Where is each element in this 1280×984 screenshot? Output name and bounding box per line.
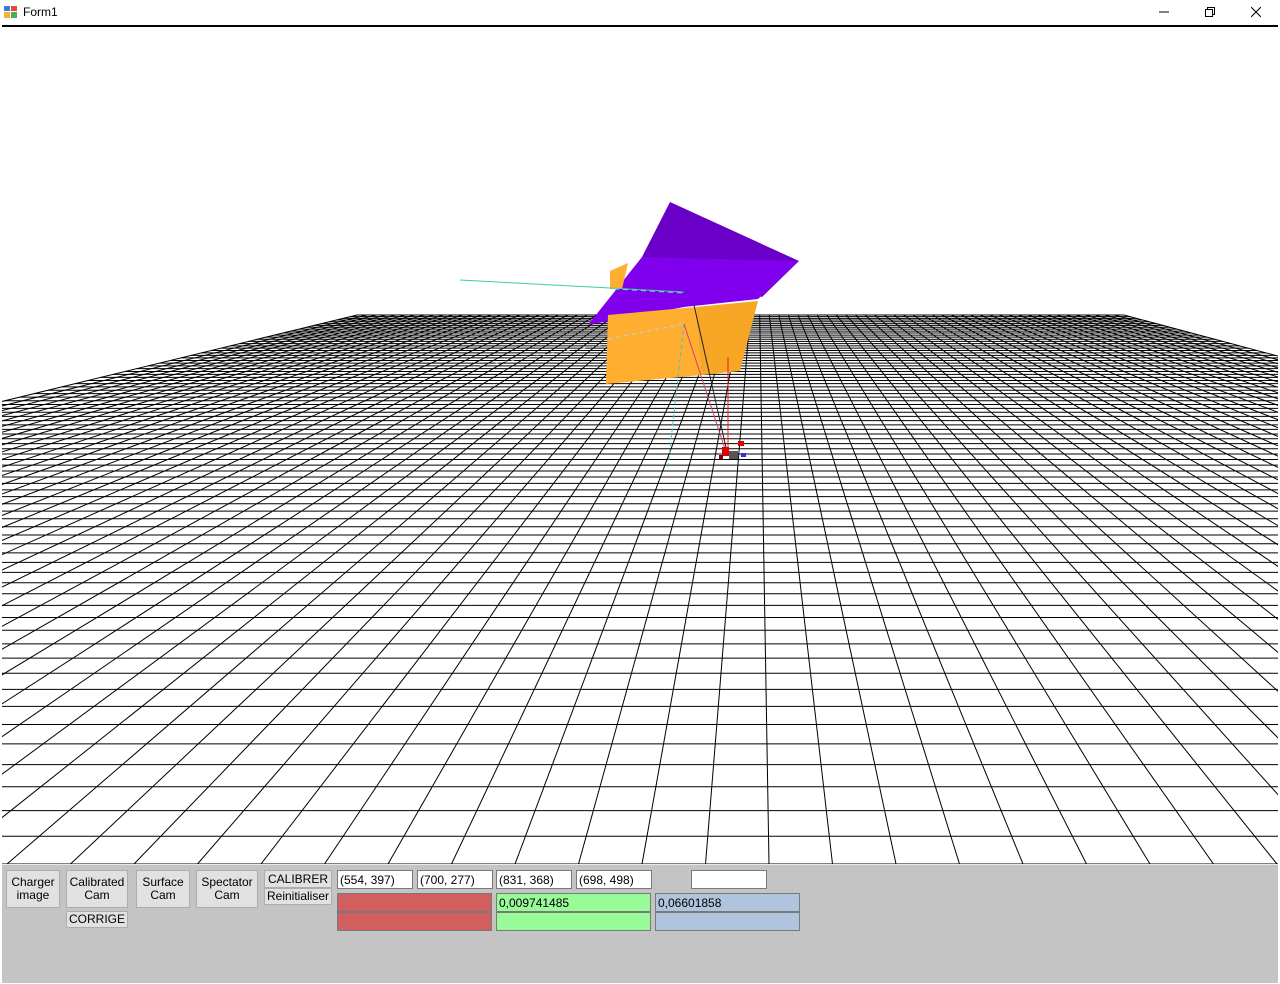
corrige-button[interactable]: CORRIGE <box>66 911 128 928</box>
restore-icon <box>1205 7 1215 17</box>
window-title: Form1 <box>23 5 58 19</box>
point-3-field[interactable]: (831, 368) <box>496 870 572 889</box>
title-bar: Form1 <box>0 0 1280 24</box>
extra-input-field[interactable] <box>691 870 767 889</box>
restore-button[interactable] <box>1187 0 1233 24</box>
surface-cam-button[interactable]: Surface Cam <box>136 870 190 908</box>
3d-scene[interactable] <box>2 27 1278 864</box>
blue-field-2[interactable] <box>655 912 800 931</box>
minimize-button[interactable] <box>1141 0 1187 24</box>
3d-viewport[interactable] <box>2 27 1278 864</box>
reinitialiser-button[interactable]: Reinitialiser <box>264 888 332 905</box>
calibrated-cam-button[interactable]: Calibrated Cam <box>66 870 128 908</box>
point-1-field[interactable]: (554, 397) <box>337 870 413 889</box>
red-field-1[interactable] <box>337 893 492 912</box>
minimize-icon <box>1159 11 1169 13</box>
green-field-2[interactable] <box>496 912 651 931</box>
green-field-1[interactable]: 0,009741485 <box>496 893 651 912</box>
box-left-face <box>606 307 702 384</box>
close-icon <box>1251 7 1261 17</box>
point-4-field[interactable]: (698, 498) <box>576 870 652 889</box>
close-button[interactable] <box>1233 0 1279 24</box>
spectator-cam-button[interactable]: Spectator Cam <box>196 870 258 908</box>
point-2-field[interactable]: (700, 277) <box>417 870 493 889</box>
purple-prism <box>588 202 799 325</box>
red-field-2[interactable] <box>337 912 492 931</box>
control-panel: Charger image Calibrated Cam Surface Cam… <box>2 864 1278 983</box>
app-icon <box>4 5 18 19</box>
calibrer-button[interactable]: CALIBRER <box>264 870 332 888</box>
ground-grid <box>2 314 1278 864</box>
charger-image-button[interactable]: Charger image <box>6 870 60 908</box>
blue-field-1[interactable]: 0,06601858 <box>655 893 800 912</box>
